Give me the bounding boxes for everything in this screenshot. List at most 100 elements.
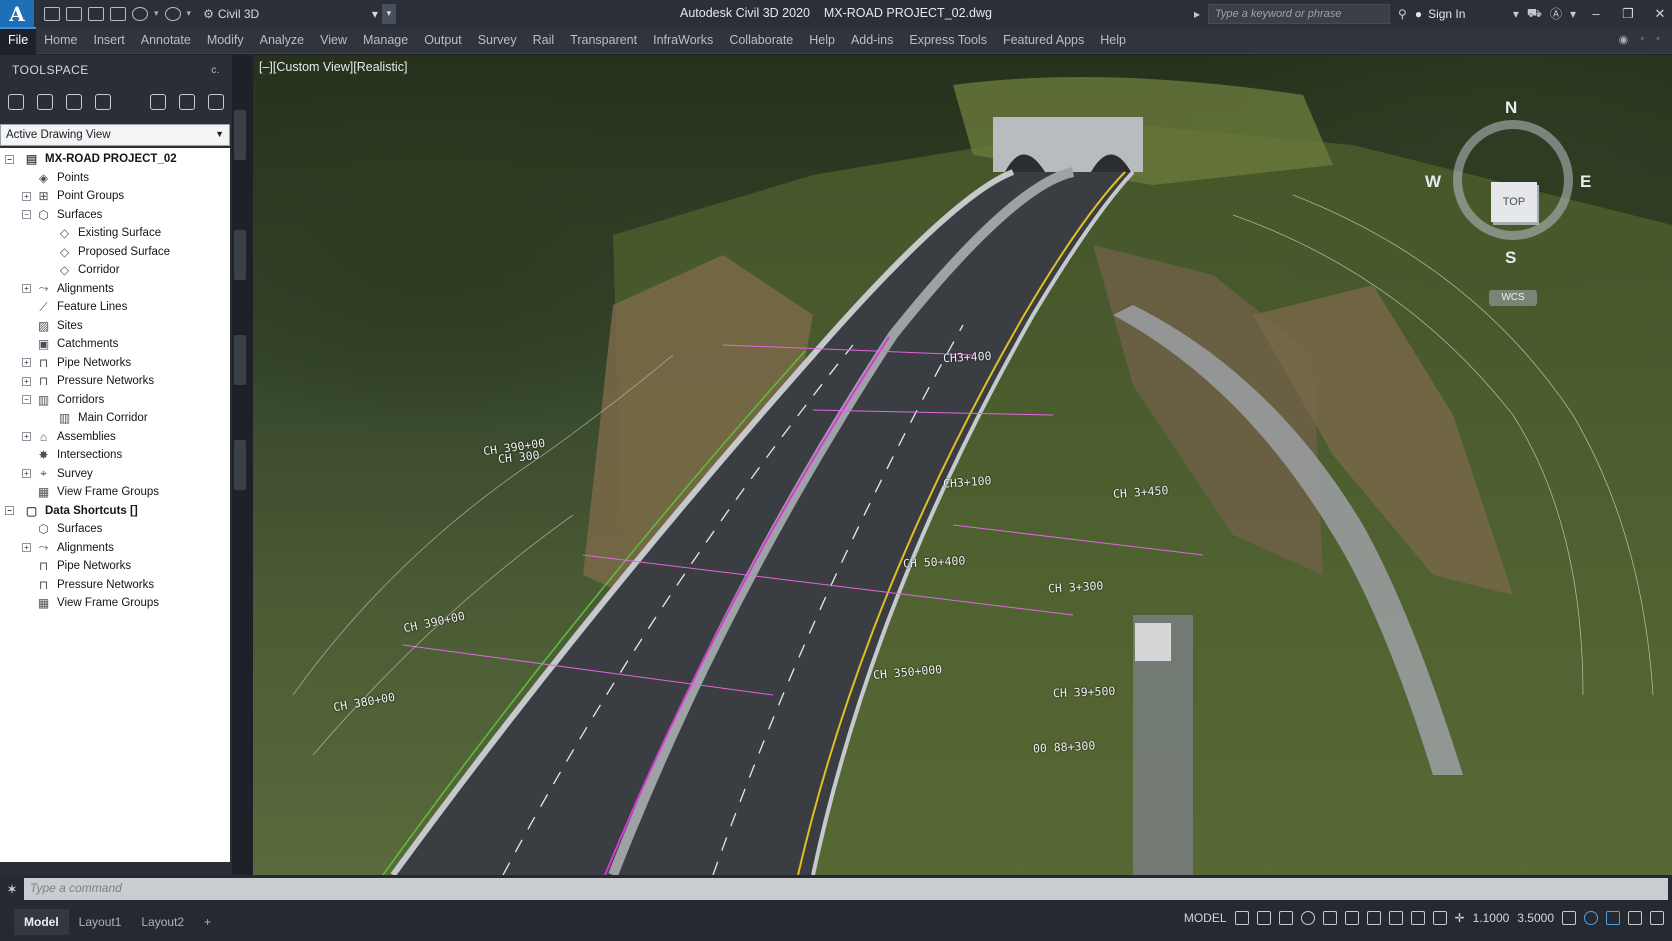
tab-analyze[interactable]: Analyze [252,27,312,54]
wcs-menu[interactable]: WCS [1489,290,1537,306]
add-layout-button[interactable]: + [194,909,221,935]
compass-ring[interactable] [1453,120,1573,240]
tree-item-corridor[interactable]: ◇ Corridor [0,261,230,280]
collapse-icon[interactable]: − [5,506,14,516]
toolbox-icon[interactable] [95,94,111,110]
tab-home[interactable]: Home [36,27,85,54]
grid-icon[interactable] [1234,911,1249,925]
tab-modify[interactable]: Modify [199,27,252,54]
expand-icon[interactable]: + [22,432,31,442]
customization-icon[interactable] [1650,911,1664,925]
search-arrow-icon[interactable]: ▸ [1194,7,1200,21]
tree-item-pipe-networks[interactable]: ⊓ Pipe Networks [0,557,230,576]
annotation-visibility-icon[interactable] [1388,911,1403,925]
expand-icon[interactable]: + [22,191,31,201]
application-menu-button[interactable]: A [0,0,34,27]
expand-icon[interactable]: + [22,543,31,553]
isolate-objects-icon[interactable] [1584,911,1598,925]
autoscale-icon[interactable] [1410,911,1425,925]
scale-value-2[interactable]: 3.5000 [1517,911,1554,925]
tab-collaborate[interactable]: Collaborate [721,27,801,54]
tree-item-surfaces[interactable]: − ⬡ Surfaces [0,206,230,225]
cart-icon[interactable]: ⛟ [1527,6,1542,22]
side-tab-prospector[interactable] [234,110,246,160]
tree-item-data-shortcuts[interactable]: − ▢ Data Shortcuts [] [0,502,230,521]
filter-icon[interactable] [150,94,166,110]
tab-output[interactable]: Output [416,27,470,54]
drawing-view-select[interactable]: Active Drawing View ▼ [0,124,230,146]
ucs-icon[interactable] [1366,911,1381,925]
undo-icon[interactable] [164,6,181,21]
tab-help[interactable]: Help [801,27,843,54]
selection-cycling-icon[interactable] [1432,911,1447,925]
tree-item-view-frame-groups[interactable]: ▦ View Frame Groups [0,483,230,502]
help-search-input[interactable]: Type a keyword or phrase [1208,3,1391,24]
tree-item-assemblies[interactable]: + ⌂ Assemblies [0,428,230,447]
tab-insert[interactable]: Insert [86,27,133,54]
compass-south[interactable]: S [1505,248,1516,268]
tree-item-proposed-surface[interactable]: ◇ Proposed Surface [0,243,230,262]
crosshair-icon[interactable]: ✛ [1455,911,1465,925]
tree-item-survey[interactable]: + ⌖ Survey [0,465,230,484]
tab-infraworks[interactable]: InfraWorks [645,27,721,54]
autodesk-a360-icon[interactable]: Ⓐ [1550,5,1562,22]
scale-value-1[interactable]: 1.1000 [1473,911,1510,925]
drawing-viewport[interactable]: [–][Custom View][Realistic] CH 390+00 CH… [253,55,1672,875]
chevron-down-icon[interactable]: ▾ [154,8,159,19]
osnap-icon[interactable] [1322,911,1337,925]
minimize-icon[interactable]: – [1584,6,1608,21]
tab-survey[interactable]: Survey [470,27,525,54]
tree-item-existing-surface[interactable]: ◇ Existing Surface [0,224,230,243]
search-icon[interactable]: ⚲ [1398,7,1407,21]
toolspace-menu-button[interactable]: c. [211,65,220,76]
plot-icon[interactable] [132,6,148,21]
expand-icon[interactable]: + [22,358,31,368]
viewport-controls[interactable]: [–][Custom View][Realistic] [259,60,407,74]
viewcube-top-face[interactable]: TOP [1491,182,1537,222]
layout-tab-layout1[interactable]: Layout1 [69,909,132,935]
side-tab-settings[interactable] [234,230,246,280]
layout-tab-model[interactable]: Model [14,909,69,935]
chevron-down-icon[interactable]: ▾ [1570,7,1576,21]
collapse-icon[interactable]: − [5,154,14,164]
tab-file[interactable]: File [0,26,37,54]
chevron-down-icon[interactable]: ▾ [372,7,378,21]
tree-item-alignments[interactable]: + ⤳ Alignments [0,280,230,299]
tree-item-corridors[interactable]: − ▥ Corridors [0,391,230,410]
tree-item-mx-road-project-02[interactable]: − ▤ MX-ROAD PROJECT_02 [0,150,230,169]
settings-icon[interactable] [37,94,53,110]
tab-manage[interactable]: Manage [355,27,416,54]
customize-qat-button[interactable]: ▾ [381,3,396,24]
tree-item-main-corridor[interactable]: ▥ Main Corridor [0,409,230,428]
close-icon[interactable]: ✕ [1648,6,1672,22]
chevron-down-icon[interactable]: ▾ [187,8,192,19]
tree-item-pressure-networks[interactable]: ⊓ Pressure Networks [0,576,230,595]
tab-express-tools[interactable]: Express Tools [901,27,995,54]
tab-help[interactable]: Help [1092,27,1134,54]
tree-item-intersections[interactable]: ✸ Intersections [0,446,230,465]
expand-icon[interactable]: + [22,284,31,294]
tab-transparent[interactable]: Transparent [562,27,645,54]
tree-item-surfaces[interactable]: ⬡ Surfaces [0,520,230,539]
expand-icon[interactable]: + [22,469,31,479]
ortho-icon[interactable] [1278,911,1293,925]
close-icon[interactable]: ✶ [0,881,24,898]
snap-icon[interactable] [1256,911,1271,925]
side-tab-toolbox[interactable] [234,440,246,490]
expand-icon[interactable]: + [22,376,31,386]
workspace-icon[interactable] [1562,911,1576,925]
save-icon[interactable] [88,6,104,21]
model-space-toggle[interactable]: MODEL [1184,911,1227,925]
collapse-icon[interactable]: − [22,395,31,405]
clean-screen-icon[interactable] [1628,911,1642,925]
viewcube[interactable]: N S E W TOP WCS [1423,98,1623,310]
new-icon[interactable] [44,6,60,21]
tree-item-feature-lines[interactable]: ⟋ Feature Lines [0,298,230,317]
tree-item-points[interactable]: ◈ Points [0,169,230,188]
tab-rail[interactable]: Rail [525,27,563,54]
compass-east[interactable]: E [1580,172,1591,192]
tree-item-view-frame-groups[interactable]: ▦ View Frame Groups [0,594,230,613]
save-as-icon[interactable] [110,6,126,21]
item-view-icon[interactable] [208,94,224,110]
sign-in-button[interactable]: ● Sign In [1415,7,1505,21]
